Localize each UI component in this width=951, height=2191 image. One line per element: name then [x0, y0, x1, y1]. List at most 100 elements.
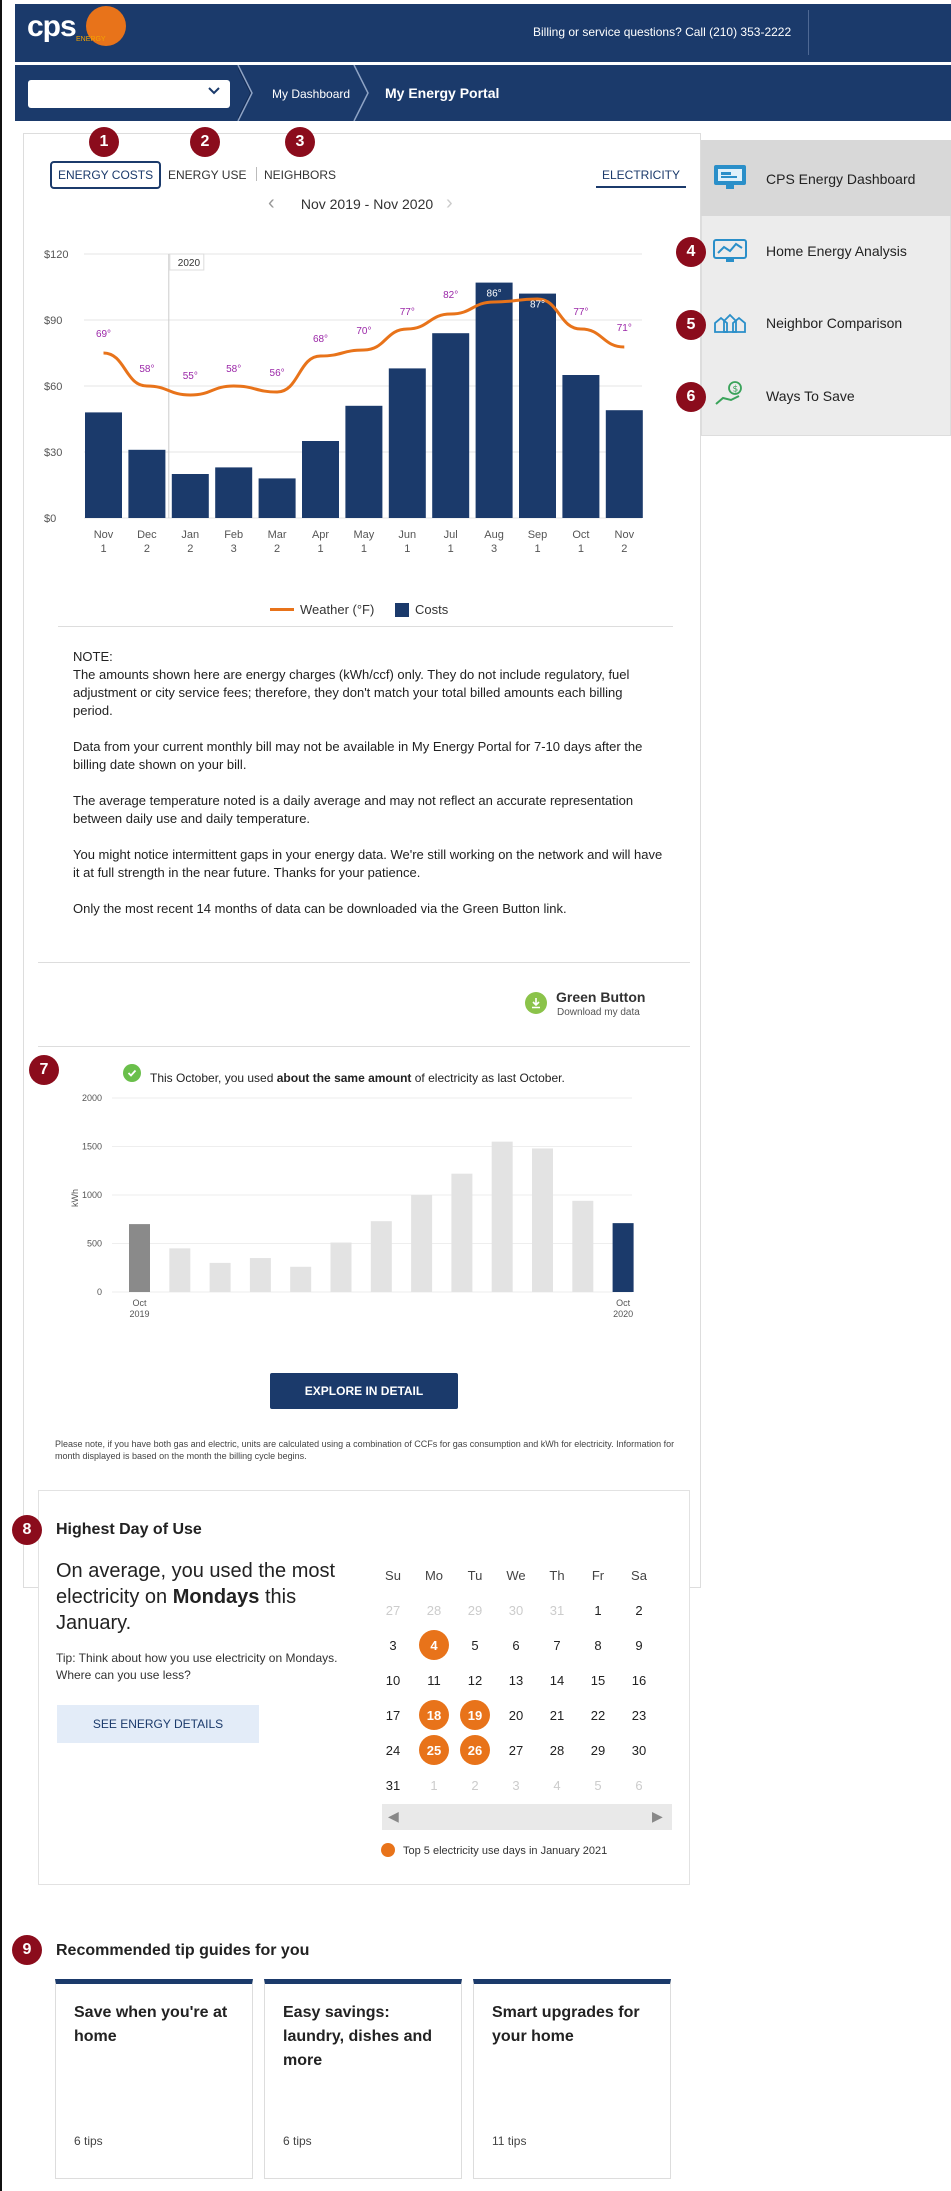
calendar-day: 3: [512, 1777, 520, 1793]
calendar-day: 31: [549, 1602, 565, 1618]
usage-bar: [370, 1221, 392, 1292]
temperature-label: 68°: [313, 334, 328, 345]
x-tick-label: Aug: [484, 529, 504, 541]
usage-bar: [249, 1258, 271, 1292]
scroll-left-icon[interactable]: ◀: [388, 1808, 399, 1825]
calendar-weekday-header: Su: [385, 1567, 401, 1583]
calendar-day: 21: [549, 1707, 565, 1723]
year-marker-label: 2020: [178, 258, 201, 269]
calendar-day-top-use: 25: [419, 1735, 449, 1765]
top-header-bar: [15, 4, 951, 62]
callout-badge-2: 2: [190, 127, 220, 157]
calendar-weekday-header: Tu: [467, 1567, 483, 1583]
callout-badge-7: 7: [29, 1055, 59, 1085]
sidebar-item-cps-energy-dashboard[interactable]: CPS Energy Dashboard: [766, 171, 915, 187]
tip-card[interactable]: Save when you're at home 6 tips: [55, 1979, 253, 2179]
comparison-text: This October, you used: [150, 1071, 277, 1085]
cps-logo[interactable]: cps: [27, 10, 77, 44]
x-tick-label: 1: [317, 543, 323, 555]
tip-card-count: 11 tips: [492, 2134, 527, 2148]
tip-card[interactable]: Easy savings: laundry, dishes and more 6…: [264, 1979, 462, 2179]
calendar-day: 7: [553, 1637, 561, 1653]
x-tick-label: 3: [231, 543, 237, 555]
calendar-day: 27: [385, 1602, 401, 1618]
callout-badge-6: 6: [676, 382, 706, 412]
tip-card[interactable]: Smart upgrades for your home 11 tips: [473, 1979, 671, 2179]
x-tick-label: Apr: [312, 529, 329, 541]
next-period-icon[interactable]: ›: [446, 192, 453, 215]
see-energy-details-button[interactable]: SEE ENERGY DETAILS: [57, 1705, 259, 1743]
x-tick-label: 1: [578, 543, 584, 555]
cost-bar: [475, 282, 513, 518]
x-tick-label: 3: [491, 543, 497, 555]
calendar-day: 11: [427, 1672, 441, 1688]
check-icon: [123, 1064, 141, 1082]
legend-costs-label[interactable]: Costs: [415, 602, 448, 617]
explore-in-detail-button[interactable]: EXPLORE IN DETAIL: [270, 1373, 458, 1409]
x-tick-label: May: [354, 529, 375, 541]
calendar-day-top-use: 4: [419, 1630, 449, 1660]
legend-costs-swatch: [395, 603, 409, 617]
tip-card-count: 6 tips: [283, 2134, 312, 2148]
tab-energy-use[interactable]: ENERGY USE: [162, 163, 252, 187]
calendar-day: 2: [471, 1777, 479, 1793]
calendar-day-top-use: 19: [460, 1700, 490, 1730]
download-icon[interactable]: [525, 992, 547, 1014]
y-tick-label: 1000: [82, 1190, 102, 1200]
calendar-day: 1: [594, 1602, 602, 1618]
sidebar-item-neighbor-comparison[interactable]: Neighbor Comparison: [766, 315, 902, 331]
calendar-day: 5: [594, 1777, 602, 1793]
calendar-day: 4: [553, 1777, 561, 1793]
breadcrumb-my-dashboard[interactable]: My Dashboard: [272, 87, 350, 101]
callout-badge-9: 9: [12, 1935, 42, 1965]
y-tick-label: $60: [44, 381, 62, 393]
tab-electricity[interactable]: ELECTRICITY: [596, 163, 687, 188]
tip-card-title: Save when you're at home: [74, 2004, 228, 2045]
cost-bar: [519, 293, 556, 518]
calendar-day: 1: [430, 1777, 438, 1793]
temperature-label: 82°: [443, 290, 458, 301]
x-tick-label: Mar: [268, 529, 287, 541]
usage-comparison-message: This October, you used about the same am…: [150, 1071, 565, 1085]
tip-card-count: 6 tips: [74, 2134, 103, 2148]
calendar-day-top-use: 26: [460, 1735, 490, 1765]
svg-text:$: $: [733, 385, 739, 395]
x-tick-label: Jun: [398, 529, 416, 541]
tab-energy-costs[interactable]: ENERGY COSTS: [50, 161, 162, 189]
x-tick-label: Feb: [224, 529, 243, 541]
legend-weather-label[interactable]: Weather (°F): [300, 602, 374, 617]
x-tick-label: Nov: [94, 529, 114, 541]
calendar-day: 10: [385, 1672, 401, 1688]
calendar-weekday-header: Mo: [424, 1567, 444, 1583]
calendar-day: 27: [508, 1742, 524, 1758]
usage-bar: [290, 1266, 312, 1292]
cost-bar: [562, 375, 600, 518]
temperature-label: 71°: [617, 323, 632, 334]
divider: [38, 962, 690, 963]
chevron-down-icon[interactable]: [207, 84, 223, 102]
scroll-right-icon[interactable]: ▶: [652, 1808, 663, 1825]
account-select[interactable]: [28, 80, 230, 108]
y-tick-label: 1500: [82, 1142, 102, 1152]
x-tick-label: 2: [274, 543, 280, 555]
calendar-scrollbar[interactable]: [382, 1804, 672, 1830]
x-tick-label: Sep: [528, 529, 548, 541]
green-button-subtitle[interactable]: Download my data: [557, 1007, 640, 1018]
calendar-day-top-use: 18: [419, 1700, 449, 1730]
calendar-day: 9: [635, 1637, 643, 1653]
y-axis-label: kWh: [70, 1189, 80, 1207]
calendar-day: 20: [508, 1707, 524, 1723]
logo-subtext: ENERGY: [76, 36, 106, 43]
header-divider: [808, 10, 809, 55]
usage-bar: [411, 1195, 433, 1292]
sidebar-item-ways-to-save[interactable]: Ways To Save: [766, 388, 855, 404]
calendar-day: 14: [549, 1672, 565, 1688]
calendar-day: 29: [467, 1602, 483, 1618]
sidebar-item-home-energy-analysis[interactable]: Home Energy Analysis: [766, 243, 907, 259]
x-tick-label: Dec: [137, 529, 157, 541]
usage-bar: [532, 1148, 553, 1292]
green-button-link[interactable]: Green Button: [556, 989, 645, 1005]
calendar-day: 16: [631, 1672, 647, 1688]
x-tick-label: 1: [404, 543, 410, 555]
tab-neighbors[interactable]: NEIGHBORS: [258, 163, 342, 187]
